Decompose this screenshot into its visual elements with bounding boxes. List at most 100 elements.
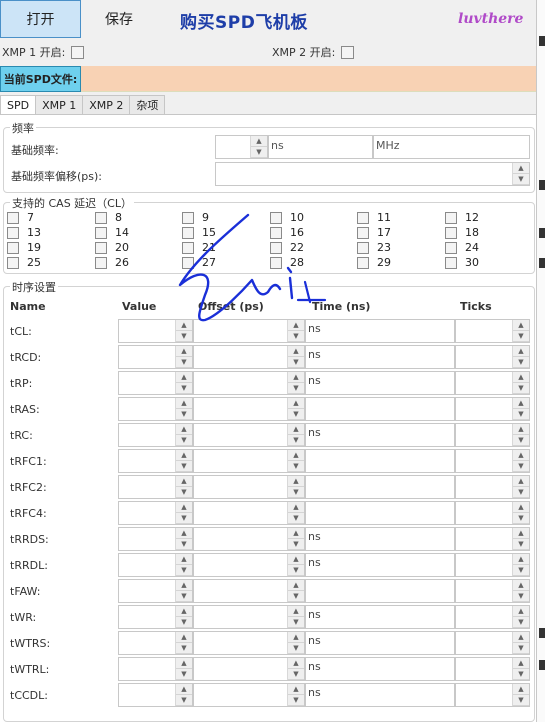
up-arrow-icon[interactable]: ▲ bbox=[176, 476, 192, 487]
spinner[interactable]: ▲ ▼ bbox=[175, 554, 192, 576]
up-arrow-icon[interactable]: ▲ bbox=[513, 528, 529, 539]
down-arrow-icon[interactable]: ▼ bbox=[176, 461, 192, 472]
tab-xmp2[interactable]: XMP 2 bbox=[82, 95, 131, 114]
down-arrow-icon[interactable]: ▼ bbox=[288, 331, 304, 342]
trrds-value-input[interactable]: ▲ ▼ bbox=[118, 527, 193, 551]
up-arrow-icon[interactable]: ▲ bbox=[288, 450, 304, 461]
trcd-ticks-input[interactable]: ▲ ▼ bbox=[455, 345, 530, 369]
spinner[interactable]: ▲ ▼ bbox=[287, 658, 304, 680]
trfc2-ticks-input[interactable]: ▲ ▼ bbox=[455, 475, 530, 499]
down-arrow-icon[interactable]: ▼ bbox=[513, 591, 529, 602]
up-arrow-icon[interactable]: ▲ bbox=[513, 658, 529, 669]
down-arrow-icon[interactable]: ▼ bbox=[176, 435, 192, 446]
cas-checkbox[interactable] bbox=[445, 256, 457, 269]
down-arrow-icon[interactable]: ▼ bbox=[251, 147, 267, 158]
cas-checkbox[interactable] bbox=[357, 226, 369, 239]
trc-offset-input[interactable]: ▲ ▼ bbox=[193, 423, 305, 447]
save-button[interactable]: 保存 bbox=[84, 0, 154, 38]
cas-checkbox[interactable] bbox=[95, 256, 107, 269]
spinner[interactable]: ▲ ▼ bbox=[175, 372, 192, 394]
up-arrow-icon[interactable]: ▲ bbox=[288, 320, 304, 331]
tccdl-value-input[interactable]: ▲ ▼ bbox=[118, 683, 193, 707]
up-arrow-icon[interactable]: ▲ bbox=[513, 606, 529, 617]
cas-checkbox[interactable] bbox=[270, 211, 282, 224]
up-arrow-icon[interactable]: ▲ bbox=[176, 320, 192, 331]
spinner[interactable]: ▲ ▼ bbox=[175, 580, 192, 602]
twtrl-offset-input[interactable]: ▲ ▼ bbox=[193, 657, 305, 681]
trfc4-ticks-input[interactable]: ▲ ▼ bbox=[455, 501, 530, 525]
up-arrow-icon[interactable]: ▲ bbox=[288, 502, 304, 513]
cas-checkbox[interactable] bbox=[182, 256, 194, 269]
down-arrow-icon[interactable]: ▼ bbox=[513, 617, 529, 628]
spinner[interactable]: ▲ ▼ bbox=[287, 450, 304, 472]
cas-option-11[interactable]: 11 bbox=[357, 211, 391, 224]
down-arrow-icon[interactable]: ▼ bbox=[288, 617, 304, 628]
trfc4-offset-input[interactable]: ▲ ▼ bbox=[193, 501, 305, 525]
down-arrow-icon[interactable]: ▼ bbox=[513, 565, 529, 576]
down-arrow-icon[interactable]: ▼ bbox=[513, 435, 529, 446]
cas-checkbox[interactable] bbox=[357, 241, 369, 254]
down-arrow-icon[interactable]: ▼ bbox=[513, 487, 529, 498]
cas-option-27[interactable]: 27 bbox=[182, 256, 216, 269]
base-frequency-spinner[interactable]: ▲ ▼ bbox=[250, 136, 267, 158]
tras-value-input[interactable]: ▲ ▼ bbox=[118, 397, 193, 421]
down-arrow-icon[interactable]: ▼ bbox=[513, 513, 529, 524]
up-arrow-icon[interactable]: ▲ bbox=[288, 684, 304, 695]
spinner[interactable]: ▲ ▼ bbox=[512, 502, 529, 524]
trrdl-ticks-input[interactable]: ▲ ▼ bbox=[455, 553, 530, 577]
cas-option-22[interactable]: 22 bbox=[270, 241, 304, 254]
spinner[interactable]: ▲ ▼ bbox=[175, 528, 192, 550]
up-arrow-icon[interactable]: ▲ bbox=[513, 580, 529, 591]
spinner[interactable]: ▲ ▼ bbox=[175, 398, 192, 420]
down-arrow-icon[interactable]: ▼ bbox=[176, 565, 192, 576]
spinner[interactable]: ▲ ▼ bbox=[287, 502, 304, 524]
spinner[interactable]: ▲ ▼ bbox=[175, 606, 192, 628]
down-arrow-icon[interactable]: ▼ bbox=[288, 695, 304, 706]
spinner[interactable]: ▲ ▼ bbox=[175, 502, 192, 524]
cas-checkbox[interactable] bbox=[445, 241, 457, 254]
down-arrow-icon[interactable]: ▼ bbox=[288, 409, 304, 420]
cas-option-19[interactable]: 19 bbox=[7, 241, 41, 254]
twtrl-value-input[interactable]: ▲ ▼ bbox=[118, 657, 193, 681]
up-arrow-icon[interactable]: ▲ bbox=[176, 632, 192, 643]
up-arrow-icon[interactable]: ▲ bbox=[176, 346, 192, 357]
cas-checkbox[interactable] bbox=[182, 211, 194, 224]
trc-value-input[interactable]: ▲ ▼ bbox=[118, 423, 193, 447]
trfc2-value-input[interactable]: ▲ ▼ bbox=[118, 475, 193, 499]
cas-option-13[interactable]: 13 bbox=[7, 226, 41, 239]
up-arrow-icon[interactable]: ▲ bbox=[513, 450, 529, 461]
twr-ticks-input[interactable]: ▲ ▼ bbox=[455, 605, 530, 629]
cas-option-10[interactable]: 10 bbox=[270, 211, 304, 224]
up-arrow-icon[interactable]: ▲ bbox=[513, 424, 529, 435]
twtrs-value-input[interactable]: ▲ ▼ bbox=[118, 631, 193, 655]
down-arrow-icon[interactable]: ▼ bbox=[176, 409, 192, 420]
tccdl-ticks-input[interactable]: ▲ ▼ bbox=[455, 683, 530, 707]
cas-checkbox[interactable] bbox=[445, 226, 457, 239]
spinner[interactable]: ▲ ▼ bbox=[287, 606, 304, 628]
cas-option-24[interactable]: 24 bbox=[445, 241, 479, 254]
spinner[interactable]: ▲ ▼ bbox=[175, 658, 192, 680]
up-arrow-icon[interactable]: ▲ bbox=[513, 476, 529, 487]
xmp2-checkbox[interactable] bbox=[341, 45, 355, 59]
cas-checkbox[interactable] bbox=[445, 211, 457, 224]
up-arrow-icon[interactable]: ▲ bbox=[513, 320, 529, 331]
cas-checkbox[interactable] bbox=[95, 241, 107, 254]
up-arrow-icon[interactable]: ▲ bbox=[176, 658, 192, 669]
down-arrow-icon[interactable]: ▼ bbox=[288, 669, 304, 680]
up-arrow-icon[interactable]: ▲ bbox=[288, 580, 304, 591]
spinner[interactable]: ▲ ▼ bbox=[287, 528, 304, 550]
down-arrow-icon[interactable]: ▼ bbox=[513, 357, 529, 368]
cas-option-8[interactable]: 8 bbox=[95, 211, 122, 224]
up-arrow-icon[interactable]: ▲ bbox=[513, 346, 529, 357]
tfaw-value-input[interactable]: ▲ ▼ bbox=[118, 579, 193, 603]
up-arrow-icon[interactable]: ▲ bbox=[288, 424, 304, 435]
frequency-offset-input[interactable]: ▲ ▼ bbox=[215, 162, 530, 186]
down-arrow-icon[interactable]: ▼ bbox=[288, 513, 304, 524]
trfc2-offset-input[interactable]: ▲ ▼ bbox=[193, 475, 305, 499]
down-arrow-icon[interactable]: ▼ bbox=[176, 695, 192, 706]
cas-checkbox[interactable] bbox=[95, 211, 107, 224]
spinner[interactable]: ▲ ▼ bbox=[287, 372, 304, 394]
up-arrow-icon[interactable]: ▲ bbox=[513, 632, 529, 643]
xmp1-checkbox[interactable] bbox=[71, 45, 85, 59]
down-arrow-icon[interactable]: ▼ bbox=[288, 435, 304, 446]
